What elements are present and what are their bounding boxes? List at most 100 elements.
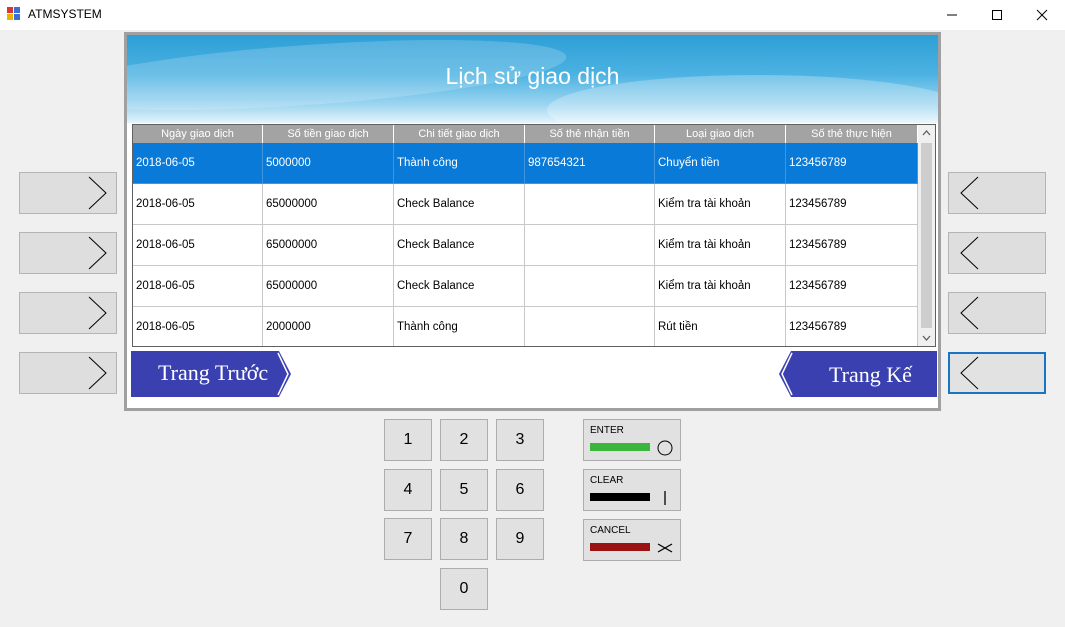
chevron-left-icon (960, 356, 979, 390)
cell-receiver-card (525, 184, 655, 225)
column-header-detail[interactable]: Chi tiết giao dịch (394, 125, 525, 143)
cell-source-card: 123456789 (786, 184, 918, 225)
column-header-type[interactable]: Loại giao dịch (655, 125, 786, 143)
cell-source-card: 123456789 (786, 307, 918, 346)
left-side-button-3[interactable] (19, 292, 117, 334)
next-page-button[interactable]: Trang Kế (777, 351, 938, 397)
transaction-table[interactable]: Ngày giao dịch Số tiền giao dịch Chi tiế… (132, 124, 936, 347)
table-row[interactable]: 2018-06-05 5000000 Thành công 987654321 … (133, 143, 918, 184)
chevron-right-icon (88, 176, 107, 210)
key-1[interactable]: 1 (384, 419, 432, 461)
cell-type: Rút tiền (655, 307, 786, 346)
close-button[interactable] (1019, 0, 1065, 30)
enter-color-bar (590, 443, 650, 451)
cell-type: Kiểm tra tài khoản (655, 184, 786, 225)
table-row[interactable]: 2018-06-05 65000000 Check Balance Kiểm t… (133, 184, 918, 225)
key-7[interactable]: 7 (384, 518, 432, 560)
key-0[interactable]: 0 (440, 568, 488, 610)
table-row[interactable]: 2018-06-05 65000000 Check Balance Kiểm t… (133, 266, 918, 307)
chevron-right-icon (88, 356, 107, 390)
right-side-button-1[interactable] (948, 172, 1046, 214)
table-row[interactable]: 2018-06-05 65000000 Check Balance Kiểm t… (133, 225, 918, 266)
column-header-receiver-card[interactable]: Số thẻ nhận tiền (525, 125, 655, 143)
left-side-button-1[interactable] (19, 172, 117, 214)
cancel-color-bar (590, 543, 650, 551)
maximize-button[interactable] (974, 0, 1020, 30)
close-icon (1036, 9, 1048, 21)
cell-date: 2018-06-05 (133, 266, 263, 307)
cell-receiver-card (525, 307, 655, 346)
cell-date: 2018-06-05 (133, 225, 263, 266)
scrollbar-thumb[interactable] (921, 143, 932, 328)
cancel-button[interactable]: CANCEL (583, 519, 681, 561)
cell-amount: 65000000 (263, 225, 394, 266)
maximize-icon (992, 10, 1002, 20)
cell-date: 2018-06-05 (133, 143, 263, 184)
cell-receiver-card (525, 225, 655, 266)
column-header-date[interactable]: Ngày giao dịch (133, 125, 263, 143)
x-icon (657, 543, 673, 553)
cell-receiver-card: 987654321 (525, 143, 655, 184)
circle-icon (657, 440, 673, 456)
key-2[interactable]: 2 (440, 419, 488, 461)
line-icon (664, 491, 666, 505)
clear-color-bar (590, 493, 650, 501)
prev-page-label: Trang Trước (158, 360, 269, 385)
chevron-left-icon (960, 236, 979, 270)
scroll-up-icon[interactable] (918, 125, 935, 142)
cell-detail: Thành công (394, 143, 525, 184)
header-banner: Lịch sử giao dịch (127, 35, 938, 123)
key-3[interactable]: 3 (496, 419, 544, 461)
cell-amount: 65000000 (263, 266, 394, 307)
cell-type: Kiểm tra tài khoản (655, 266, 786, 307)
vertical-scrollbar[interactable] (918, 125, 935, 346)
cell-date: 2018-06-05 (133, 184, 263, 225)
column-header-source-card[interactable]: Số thẻ thực hiện (786, 125, 918, 143)
right-side-button-2[interactable] (948, 232, 1046, 274)
enter-label: ENTER (590, 425, 624, 436)
next-page-label: Trang Kế (829, 362, 912, 387)
cell-detail: Check Balance (394, 266, 525, 307)
cell-amount: 65000000 (263, 184, 394, 225)
scroll-down-icon[interactable] (918, 329, 935, 346)
right-side-button-3[interactable] (948, 292, 1046, 334)
cell-amount: 2000000 (263, 307, 394, 346)
clear-button[interactable]: CLEAR (583, 469, 681, 511)
key-6[interactable]: 6 (496, 469, 544, 511)
cell-receiver-card (525, 266, 655, 307)
cell-detail: Check Balance (394, 225, 525, 266)
right-side-button-4[interactable] (948, 352, 1046, 394)
left-side-button-2[interactable] (19, 232, 117, 274)
window-title: ATMSYSTEM (28, 7, 102, 21)
page-title: Lịch sử giao dịch (445, 63, 620, 89)
enter-button[interactable]: ENTER (583, 419, 681, 461)
key-4[interactable]: 4 (384, 469, 432, 511)
column-header-amount[interactable]: Số tiền giao dịch (263, 125, 394, 143)
cell-date: 2018-06-05 (133, 307, 263, 346)
chevron-left-icon (960, 296, 979, 330)
cell-detail: Thành công (394, 307, 525, 346)
app-icon (7, 7, 21, 21)
title-bar: ATMSYSTEM (0, 0, 1065, 30)
cell-type: Chuyển tiền (655, 143, 786, 184)
key-9[interactable]: 9 (496, 518, 544, 560)
cell-source-card: 123456789 (786, 225, 918, 266)
atm-screen: Lịch sử giao dịch Ngày giao dịch Số tiền… (124, 32, 941, 411)
cell-source-card: 123456789 (786, 266, 918, 307)
chevron-left-icon (960, 176, 979, 210)
prev-page-button[interactable]: Trang Trước (131, 351, 293, 397)
left-side-button-4[interactable] (19, 352, 117, 394)
table-row[interactable]: 2018-06-05 2000000 Thành công Rút tiền 1… (133, 307, 918, 346)
table-header: Ngày giao dịch Số tiền giao dịch Chi tiế… (133, 125, 918, 143)
chevron-right-icon (88, 296, 107, 330)
cell-amount: 5000000 (263, 143, 394, 184)
chevron-right-icon (88, 236, 107, 270)
key-5[interactable]: 5 (440, 469, 488, 511)
minimize-button[interactable] (929, 0, 975, 30)
minimize-icon (947, 14, 957, 16)
cancel-label: CANCEL (590, 525, 631, 536)
clear-label: CLEAR (590, 475, 624, 486)
key-8[interactable]: 8 (440, 518, 488, 560)
cell-type: Kiểm tra tài khoản (655, 225, 786, 266)
cell-detail: Check Balance (394, 184, 525, 225)
